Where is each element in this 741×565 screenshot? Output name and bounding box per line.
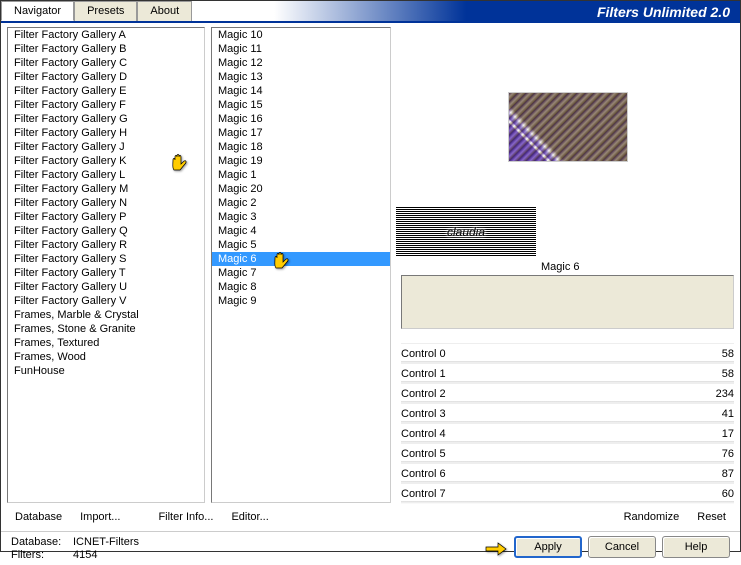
- filter-item[interactable]: Magic 15: [212, 98, 390, 112]
- control-slider-row[interactable]: Control 3 41: [401, 403, 734, 423]
- control-slider-row[interactable]: Control 5 76: [401, 443, 734, 463]
- control-label: Control 3: [401, 408, 446, 420]
- control-label: Control 5: [401, 448, 446, 460]
- filter-item[interactable]: Magic 4: [212, 224, 390, 238]
- filter-item[interactable]: Magic 9: [212, 294, 390, 308]
- control-label: Control 7: [401, 488, 446, 500]
- filter-item[interactable]: Magic 7: [212, 266, 390, 280]
- filter-item[interactable]: Magic 11: [212, 42, 390, 56]
- controls-panel: Control 058Control 158Control 2234Contro…: [401, 343, 734, 503]
- category-item[interactable]: Filter Factory Gallery Q: [8, 224, 204, 238]
- status-filters-value: 4154: [73, 549, 97, 561]
- category-item[interactable]: Filter Factory Gallery E: [8, 84, 204, 98]
- preview-image: [508, 92, 628, 162]
- category-item[interactable]: Filter Factory Gallery S: [8, 252, 204, 266]
- category-item[interactable]: Filter Factory Gallery T: [8, 266, 204, 280]
- control-value: 60: [722, 488, 734, 500]
- category-item[interactable]: Filter Factory Gallery M: [8, 182, 204, 196]
- watermark-badge: claudia: [396, 207, 536, 257]
- control-value: 41: [722, 408, 734, 420]
- tab-navigator[interactable]: Navigator: [1, 1, 74, 21]
- tab-about[interactable]: About: [137, 1, 192, 21]
- status-db-label: Database:: [11, 536, 73, 548]
- filter-item[interactable]: Magic 2: [212, 196, 390, 210]
- filter-item[interactable]: Magic 6: [212, 252, 390, 266]
- filter-info-button[interactable]: Filter Info...: [154, 509, 217, 525]
- category-item[interactable]: Frames, Wood: [8, 350, 204, 364]
- control-value: 58: [722, 368, 734, 380]
- reset-button[interactable]: Reset: [693, 509, 730, 525]
- category-item[interactable]: FunHouse: [8, 364, 204, 378]
- filter-item[interactable]: Magic 3: [212, 210, 390, 224]
- filter-item[interactable]: Magic 1: [212, 168, 390, 182]
- category-list[interactable]: Filter Factory Gallery AFilter Factory G…: [7, 27, 205, 503]
- randomize-button[interactable]: Randomize: [620, 509, 684, 525]
- filter-item[interactable]: Magic 13: [212, 70, 390, 84]
- control-slider-row[interactable]: Control 2 234: [401, 383, 734, 403]
- control-label: Control 1: [401, 368, 446, 380]
- filter-item[interactable]: Magic 8: [212, 280, 390, 294]
- category-item[interactable]: Filter Factory Gallery C: [8, 56, 204, 70]
- category-item[interactable]: Filter Factory Gallery P: [8, 210, 204, 224]
- category-item[interactable]: Filter Factory Gallery N: [8, 196, 204, 210]
- control-label: Control 6: [401, 468, 446, 480]
- category-item[interactable]: Frames, Marble & Crystal: [8, 308, 204, 322]
- category-item[interactable]: Filter Factory Gallery U: [8, 280, 204, 294]
- filter-list[interactable]: Magic 10Magic 11Magic 12Magic 13Magic 14…: [211, 27, 391, 503]
- current-filter-name: Magic 6: [541, 261, 580, 273]
- app-title: Filters Unlimited 2.0: [192, 1, 740, 21]
- editor-button[interactable]: Editor...: [227, 509, 272, 525]
- category-item[interactable]: Filter Factory Gallery B: [8, 42, 204, 56]
- preview-area: claudia: [401, 27, 734, 227]
- filter-item[interactable]: Magic 10: [212, 28, 390, 42]
- tab-bar: Navigator Presets About: [1, 1, 192, 21]
- category-item[interactable]: Filter Factory Gallery D: [8, 70, 204, 84]
- category-item[interactable]: Filter Factory Gallery R: [8, 238, 204, 252]
- category-item[interactable]: Filter Factory Gallery V: [8, 294, 204, 308]
- category-item[interactable]: Frames, Stone & Granite: [8, 322, 204, 336]
- filter-item[interactable]: Magic 12: [212, 56, 390, 70]
- status-filters-label: Filters:: [11, 549, 73, 561]
- progress-bar: [401, 275, 734, 329]
- category-item[interactable]: Filter Factory Gallery A: [8, 28, 204, 42]
- control-slider-row[interactable]: Control 4 17: [401, 423, 734, 443]
- control-slider-row[interactable]: Control 0 58: [401, 343, 734, 363]
- control-label: Control 4: [401, 428, 446, 440]
- database-button[interactable]: Database: [11, 509, 66, 525]
- filter-item[interactable]: Magic 14: [212, 84, 390, 98]
- control-slider-row[interactable]: Control 7 60: [401, 483, 734, 503]
- category-item[interactable]: Filter Factory Gallery K: [8, 154, 204, 168]
- control-value: 234: [716, 388, 734, 400]
- control-value: 76: [722, 448, 734, 460]
- control-label: Control 2: [401, 388, 446, 400]
- filter-item[interactable]: Magic 5: [212, 238, 390, 252]
- category-item[interactable]: Filter Factory Gallery J: [8, 140, 204, 154]
- control-value: 58: [722, 348, 734, 360]
- category-item[interactable]: Filter Factory Gallery F: [8, 98, 204, 112]
- import-button[interactable]: Import...: [76, 509, 124, 525]
- control-slider-row[interactable]: Control 6 87: [401, 463, 734, 483]
- cancel-button[interactable]: Cancel: [588, 536, 656, 558]
- control-slider-row[interactable]: Control 1 58: [401, 363, 734, 383]
- control-value: 87: [722, 468, 734, 480]
- category-item[interactable]: Filter Factory Gallery L: [8, 168, 204, 182]
- category-item[interactable]: Frames, Textured: [8, 336, 204, 350]
- control-label: Control 0: [401, 348, 446, 360]
- help-button[interactable]: Help: [662, 536, 730, 558]
- tab-presets[interactable]: Presets: [74, 1, 137, 21]
- pointer-hand-icon: [484, 537, 508, 557]
- apply-button[interactable]: Apply: [514, 536, 582, 558]
- category-item[interactable]: Filter Factory Gallery G: [8, 112, 204, 126]
- filter-item[interactable]: Magic 17: [212, 126, 390, 140]
- category-item[interactable]: Filter Factory Gallery H: [8, 126, 204, 140]
- filter-item[interactable]: Magic 19: [212, 154, 390, 168]
- filter-item[interactable]: Magic 18: [212, 140, 390, 154]
- filter-item[interactable]: Magic 16: [212, 112, 390, 126]
- status-db-value: ICNET-Filters: [73, 536, 139, 548]
- control-value: 17: [722, 428, 734, 440]
- filter-item[interactable]: Magic 20: [212, 182, 390, 196]
